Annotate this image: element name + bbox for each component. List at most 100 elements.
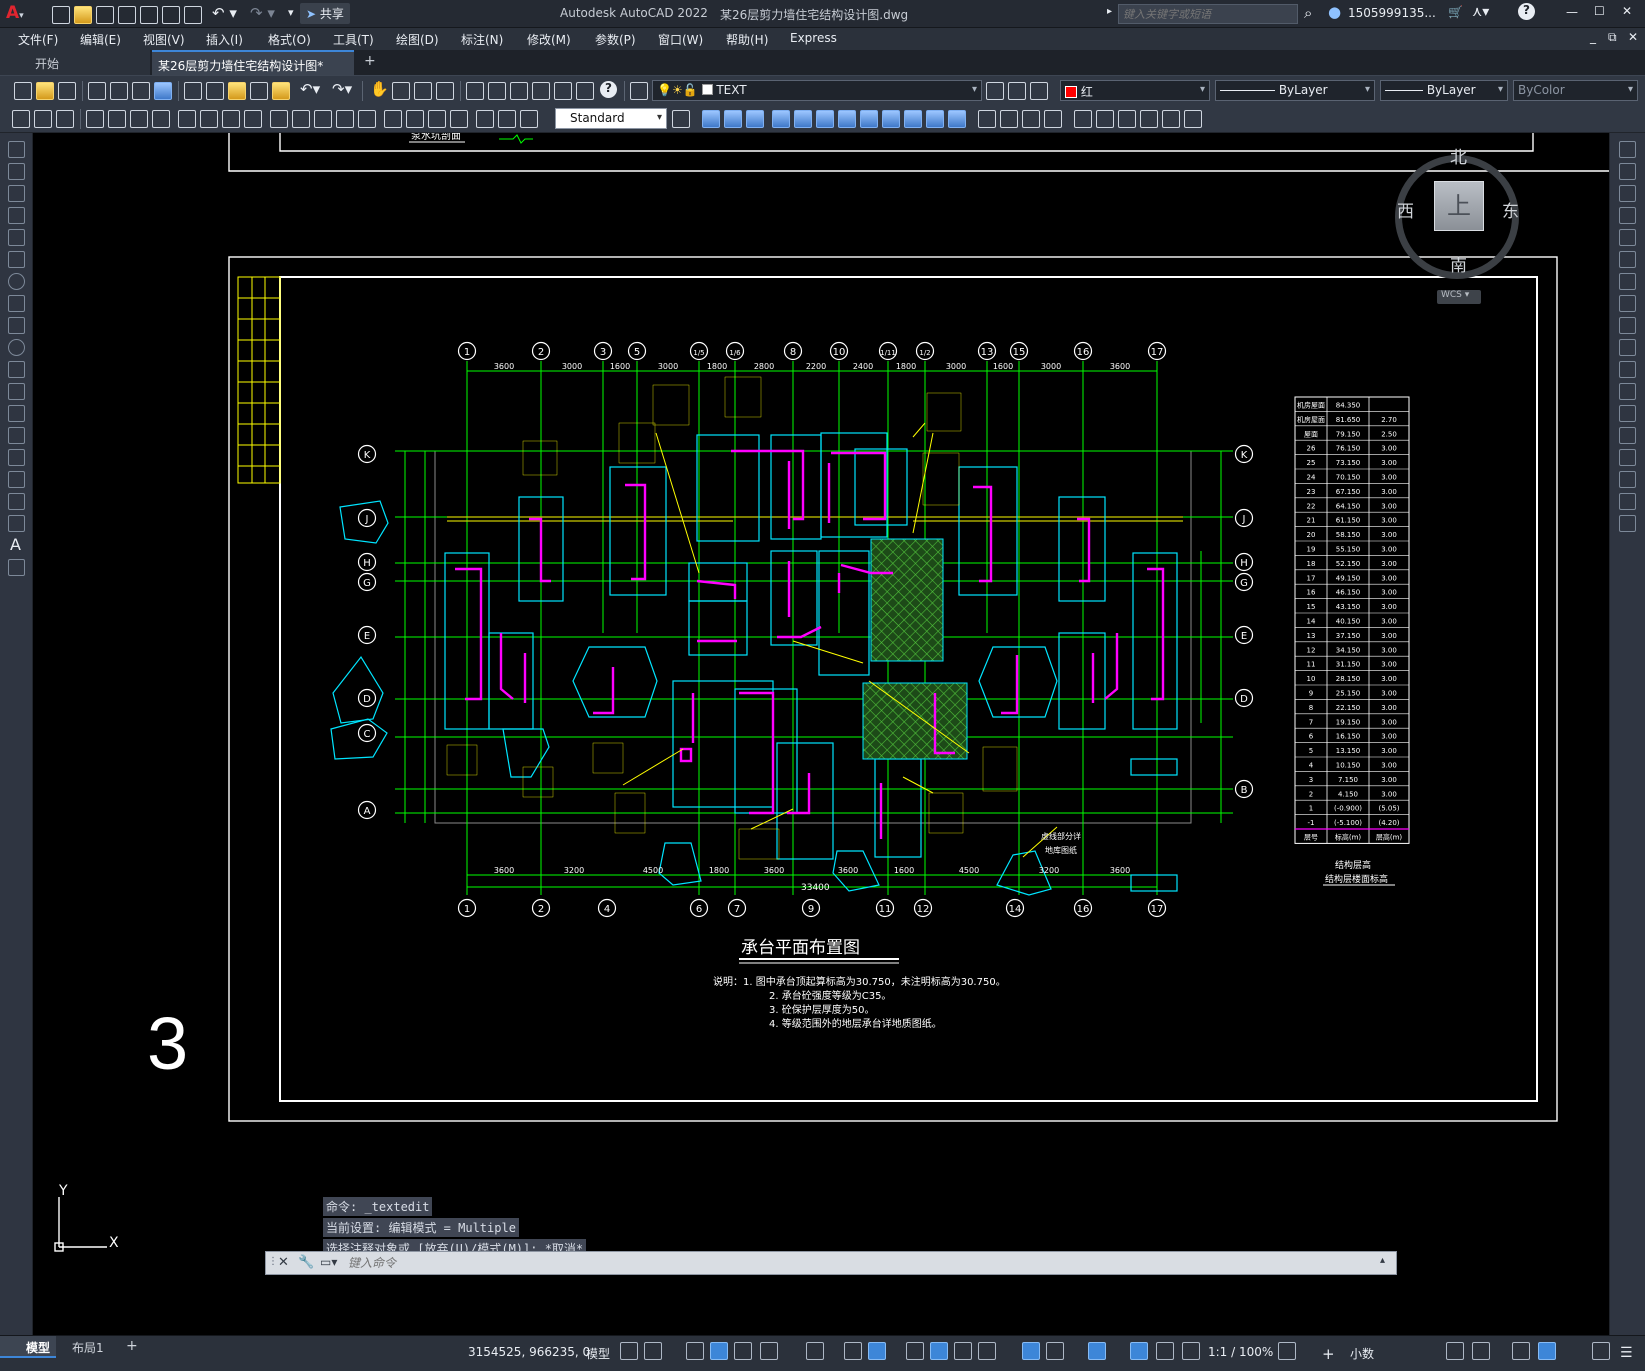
- print-icon[interactable]: [88, 82, 106, 100]
- menu-tools[interactable]: 工具(T): [333, 31, 374, 48]
- dim-baseline-icon[interactable]: [292, 110, 310, 128]
- viewcube-west[interactable]: 西: [1397, 197, 1414, 222]
- dim-diameter-icon[interactable]: [222, 110, 240, 128]
- mtext-icon[interactable]: A: [10, 535, 21, 554]
- rectangle-icon[interactable]: [8, 229, 25, 246]
- dim-style-icon[interactable]: [12, 110, 30, 128]
- dim-style-control-icon[interactable]: [672, 110, 690, 128]
- lineweight-dropdown[interactable]: ByLayer ▾: [1380, 80, 1508, 101]
- autocad-logo-icon[interactable]: A▾: [6, 3, 28, 23]
- menu-view[interactable]: 视图(V): [143, 31, 185, 48]
- hardware-acceleration-icon[interactable]: [1538, 1342, 1556, 1360]
- tab-layout1[interactable]: 布局1: [72, 1339, 104, 1356]
- mirror-icon[interactable]: [1619, 185, 1636, 202]
- viewcube-east[interactable]: 东: [1502, 197, 1519, 222]
- layer-previous-icon[interactable]: [1008, 82, 1026, 100]
- ucs-zaxis-icon[interactable]: [860, 110, 878, 128]
- dim-break-icon[interactable]: [358, 110, 376, 128]
- dynamic-input-icon[interactable]: [710, 1342, 728, 1360]
- layer-properties-icon[interactable]: [630, 82, 648, 100]
- ellipse-icon[interactable]: [8, 339, 25, 356]
- match-properties-icon[interactable]: [250, 82, 268, 100]
- viewcube-north[interactable]: 北: [1450, 143, 1467, 168]
- make-current-layer-icon[interactable]: [986, 82, 1004, 100]
- minimize-button[interactable]: —: [1566, 5, 1578, 19]
- quick-properties-icon[interactable]: [1446, 1342, 1464, 1360]
- save-icon[interactable]: [58, 82, 76, 100]
- undo-icon[interactable]: ↶▾: [300, 80, 320, 98]
- block-editor-icon[interactable]: [272, 82, 290, 100]
- design-center-icon[interactable]: [488, 82, 506, 100]
- scale-icon[interactable]: [1619, 295, 1636, 312]
- print-preview-icon[interactable]: [110, 82, 128, 100]
- annotation-monitor-icon[interactable]: +: [1322, 1345, 1335, 1363]
- free-orbit-icon[interactable]: [1096, 110, 1114, 128]
- point-icon[interactable]: [8, 427, 25, 444]
- command-customize-icon[interactable]: 🔧: [298, 1255, 314, 1270]
- selection-cycling-icon[interactable]: [954, 1342, 972, 1360]
- menu-draw[interactable]: 绘图(D): [396, 31, 439, 48]
- layer-dropdown[interactable]: 💡☀🔓 TEXT ▾: [652, 80, 982, 101]
- tool-palettes-icon[interactable]: [510, 82, 528, 100]
- 3d-osnap-icon[interactable]: [978, 1342, 996, 1360]
- inner-close-button[interactable]: ✕: [1628, 30, 1638, 44]
- dim-radius-icon[interactable]: [178, 110, 196, 128]
- orbit-icon[interactable]: [1074, 110, 1092, 128]
- object-snap-tracking-icon[interactable]: [844, 1342, 862, 1360]
- gizmo-icon[interactable]: [1088, 1342, 1106, 1360]
- tab-start[interactable]: 开始: [0, 50, 150, 75]
- autodesk-a360-icon[interactable]: ⋏▾: [1472, 4, 1489, 20]
- ucs-object-icon[interactable]: [794, 110, 812, 128]
- extend-icon[interactable]: [1619, 361, 1636, 378]
- render-icon[interactable]: [1022, 110, 1040, 128]
- explode-icon[interactable]: [1619, 515, 1636, 532]
- wcs-menu-button[interactable]: WCS ▾: [1437, 290, 1481, 304]
- new-file-icon[interactable]: [52, 6, 70, 24]
- stretch-icon[interactable]: [1619, 317, 1636, 334]
- menu-edit[interactable]: 编辑(E): [80, 31, 121, 48]
- qnew-icon[interactable]: [14, 82, 32, 100]
- circle-icon[interactable]: [8, 273, 25, 290]
- cart-icon[interactable]: 🛒: [1448, 5, 1463, 19]
- dim-jogged-icon[interactable]: [200, 110, 218, 128]
- revision-cloud-icon[interactable]: [8, 295, 25, 312]
- erase-icon[interactable]: [1619, 141, 1636, 158]
- web-save-icon[interactable]: [162, 6, 180, 24]
- menu-file[interactable]: 文件(F): [18, 31, 58, 48]
- cut-icon[interactable]: [184, 82, 202, 100]
- table-icon[interactable]: [8, 515, 25, 532]
- maximize-button[interactable]: ☐: [1594, 4, 1605, 18]
- text-style-icon[interactable]: [34, 110, 52, 128]
- annotation-scale-readout[interactable]: 1:1 / 100%: [1208, 1345, 1273, 1359]
- offset-icon[interactable]: [1619, 207, 1636, 224]
- camera-icon[interactable]: [1184, 110, 1202, 128]
- ucs-y-icon[interactable]: [926, 110, 944, 128]
- dynamic-ucs-icon[interactable]: [1022, 1342, 1040, 1360]
- move-icon[interactable]: [1619, 251, 1636, 268]
- ucs-origin-icon[interactable]: [838, 110, 856, 128]
- menu-express[interactable]: Express: [790, 31, 837, 45]
- menu-format[interactable]: 格式(O): [268, 31, 311, 48]
- search-expand-icon[interactable]: ▸: [1107, 6, 1112, 17]
- copy-icon[interactable]: [206, 82, 224, 100]
- join-icon[interactable]: [1619, 427, 1636, 444]
- drawing-canvas[interactable]: 泵水坑剖面 1 2 3 5 1/5 1/6 8 10 1/11 1/2 13 1…: [33, 133, 1609, 1335]
- ucs-x-icon[interactable]: [904, 110, 922, 128]
- shade-icon[interactable]: [1000, 110, 1018, 128]
- ucs-world-icon[interactable]: [724, 110, 742, 128]
- ucs-3point-icon[interactable]: [882, 110, 900, 128]
- construction-line-icon[interactable]: [8, 163, 25, 180]
- workspace-switch-icon[interactable]: [1278, 1342, 1296, 1360]
- tab-model[interactable]: 模型: [0, 1336, 56, 1358]
- break-point-icon[interactable]: [1619, 383, 1636, 400]
- ucs-face-icon[interactable]: [772, 110, 790, 128]
- quick-access-dropdown-icon[interactable]: ▾: [288, 6, 294, 19]
- tab-drawing[interactable]: 某26层剪力墙住宅结构设计图*: [152, 50, 354, 75]
- sheet-set-icon[interactable]: [532, 82, 550, 100]
- gradient-icon[interactable]: [8, 471, 25, 488]
- table-style-icon[interactable]: [56, 110, 74, 128]
- materials-icon[interactable]: [1044, 110, 1062, 128]
- command-input[interactable]: [348, 1254, 1368, 1272]
- clean-screen-icon[interactable]: [1592, 1342, 1610, 1360]
- markup-icon[interactable]: [554, 82, 572, 100]
